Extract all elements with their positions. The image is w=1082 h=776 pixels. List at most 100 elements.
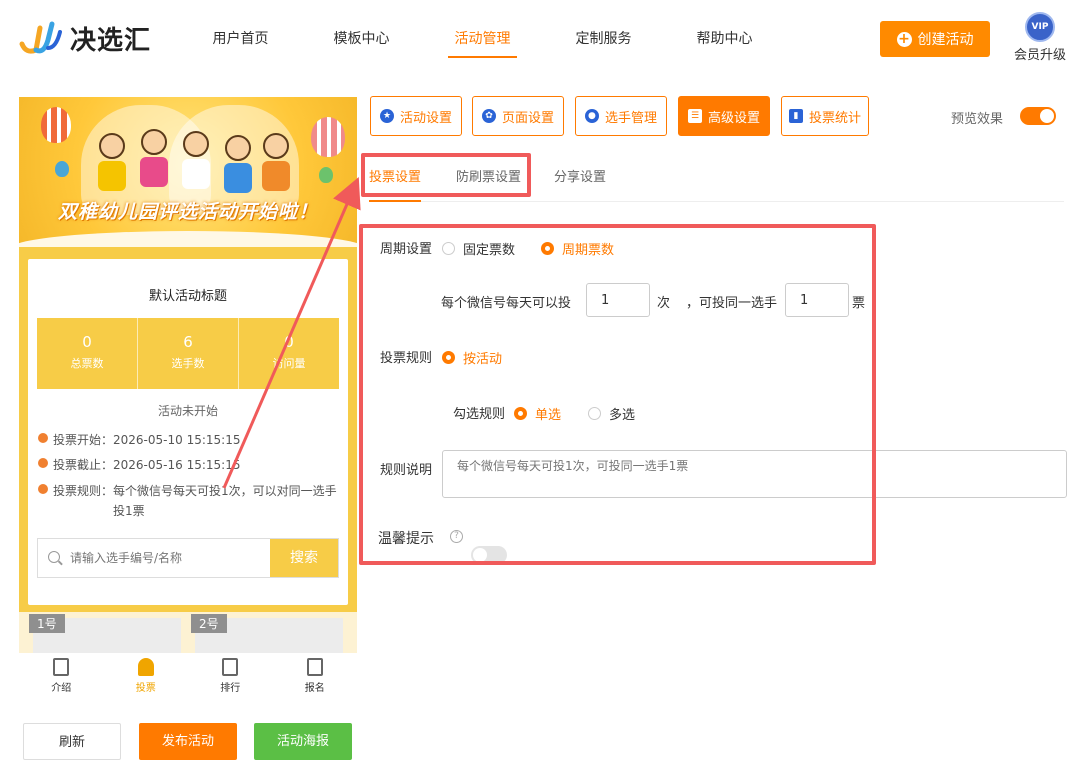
toolbar-label: 选手管理 <box>604 110 657 126</box>
settings-icon: ☰ <box>687 109 702 123</box>
info-key: 投票开始： <box>53 433 114 447</box>
stat-total-votes: 0 总票数 <box>37 318 138 389</box>
info-key: 投票规则： <box>53 484 114 498</box>
nav-item-activities[interactable]: 活动管理 <box>422 0 543 78</box>
publish-button[interactable]: 发布活动 <box>139 723 237 760</box>
toolbar-label: 高级设置 <box>707 110 760 126</box>
stat-value: 6 <box>183 333 193 351</box>
alert-icon <box>38 433 48 443</box>
player-number: 1号 <box>29 614 65 633</box>
nav-item-custom[interactable]: 定制服务 <box>543 0 664 78</box>
stat-visits: 0 访问量 <box>239 318 339 389</box>
preview-toggle[interactable] <box>1020 107 1056 125</box>
tab-vote[interactable]: 投票 <box>104 653 189 699</box>
plus-icon: + <box>896 30 912 47</box>
create-activity-label: 创建活动 <box>917 32 974 48</box>
star-icon: ★ <box>379 109 394 123</box>
tab-label: 介绍 <box>51 683 72 694</box>
user-icon <box>137 658 154 676</box>
brand-name: 决选汇 <box>70 25 152 56</box>
main-nav: 用户首页 模板中心 活动管理 定制服务 帮助中心 <box>180 0 785 78</box>
create-activity-button[interactable]: + 创建活动 <box>880 21 990 57</box>
balloon-icon <box>55 161 69 177</box>
tab-ranking[interactable]: 排行 <box>188 653 273 699</box>
preview-label: 预览效果 <box>951 112 1004 127</box>
mobile-preview: 双稚幼儿园评选活动开始啦！ 默认活动标题 0 总票数 6 选手数 0 访问量 活… <box>19 97 357 653</box>
stat-label: 总票数 <box>70 357 104 370</box>
tab-activity-settings[interactable]: ★ 活动设置 <box>370 96 462 136</box>
child-figure <box>137 129 171 189</box>
stat-value: 0 <box>284 333 294 351</box>
player-search: 搜索 <box>37 538 339 578</box>
info-value: 2026-05-16 15:15:15 <box>113 458 241 472</box>
info-value: 每个微信号每天可投1次，可以对同一选手投1票 <box>113 484 337 518</box>
toolbar-label: 活动设置 <box>399 110 452 126</box>
banner-title: 双稚幼儿园评选活动开始啦！ <box>57 201 318 223</box>
info-key: 投票截止： <box>53 458 114 472</box>
annotation-box-subtabs <box>361 153 531 197</box>
vip-upgrade-label: 会员升级 <box>1013 48 1066 63</box>
users-icon: ● <box>584 109 599 123</box>
vip-badge-icon: VIP <box>1025 12 1055 42</box>
subtab-share-settings[interactable]: 分享设置 <box>554 166 606 185</box>
bar-chart-icon: ▮ <box>788 109 803 123</box>
child-figure <box>259 133 293 193</box>
info-vote-end: 投票截止： 2026-05-16 15:15:15 <box>38 455 240 475</box>
info-value: 2026-05-10 15:15:15 <box>113 433 241 447</box>
nav-item-templates[interactable]: 模板中心 <box>301 0 422 78</box>
vip-upgrade[interactable]: VIP 会员升级 <box>1012 12 1068 63</box>
balloon-icon <box>311 117 345 157</box>
player-card[interactable]: 2号 <box>191 614 343 653</box>
tab-intro[interactable]: 介绍 <box>19 653 104 699</box>
player-list: 1号 2号 <box>19 612 357 653</box>
stat-value: 0 <box>82 333 92 351</box>
child-figure <box>95 133 129 193</box>
stats-panel: 0 总票数 6 选手数 0 访问量 <box>37 318 339 389</box>
player-card[interactable]: 1号 <box>29 614 181 653</box>
annotation-box-form <box>359 224 876 565</box>
activity-status: 活动未开始 <box>157 404 218 418</box>
search-input[interactable] <box>70 539 270 577</box>
stat-label: 访问量 <box>272 357 306 370</box>
cloud-shape <box>19 231 357 247</box>
player-number: 2号 <box>191 614 227 633</box>
mobile-tabbar: 介绍 投票 排行 报名 <box>19 653 357 699</box>
banner-image: 双稚幼儿园评选活动开始啦！ <box>19 97 357 247</box>
refresh-button[interactable]: 刷新 <box>23 723 121 760</box>
tab-advanced-settings[interactable]: ☰ 高级设置 <box>678 96 770 136</box>
toolbar-label: 投票统计 <box>808 110 861 126</box>
info-vote-rule: 投票规则： 每个微信号每天可投1次，可以对同一选手投1票 <box>38 481 338 521</box>
nav-item-home[interactable]: 用户首页 <box>180 0 301 78</box>
search-button[interactable]: 搜索 <box>270 539 338 577</box>
ranking-icon <box>222 658 239 676</box>
stat-label: 选手数 <box>171 357 205 370</box>
alert-icon <box>38 484 48 494</box>
balloon-icon <box>319 167 333 183</box>
tab-label: 报名 <box>304 683 325 694</box>
tab-label: 排行 <box>220 683 241 694</box>
tab-vote-statistics[interactable]: ▮ 投票统计 <box>781 96 869 136</box>
tab-player-management[interactable]: ● 选手管理 <box>575 96 667 136</box>
tab-label: 投票 <box>135 683 156 694</box>
activity-title: 默认活动标题 <box>148 289 227 304</box>
document-icon <box>53 658 70 676</box>
tab-page-settings[interactable]: ✿ 页面设置 <box>472 96 564 136</box>
child-figure <box>221 135 255 195</box>
tab-signup[interactable]: 报名 <box>273 653 358 699</box>
alert-icon <box>38 458 48 468</box>
nav-item-help[interactable]: 帮助中心 <box>664 0 785 78</box>
brand-logo[interactable]: 决选汇 <box>18 18 151 58</box>
search-icon <box>38 539 70 577</box>
signup-icon <box>306 658 323 676</box>
info-vote-start: 投票开始： 2026-05-10 15:15:15 <box>38 430 240 450</box>
child-figure <box>179 131 213 191</box>
balloon-icon <box>41 107 71 143</box>
activity-card: 默认活动标题 0 总票数 6 选手数 0 访问量 活动未开始 投票开始： 202… <box>28 259 348 605</box>
poster-button[interactable]: 活动海报 <box>254 723 352 760</box>
toolbar-label: 页面设置 <box>501 110 554 126</box>
gear-icon: ✿ <box>481 109 496 123</box>
subtab-divider <box>369 201 1064 202</box>
stat-players: 6 选手数 <box>138 318 239 389</box>
subtab-active-indicator <box>369 200 421 202</box>
brand-mark-icon <box>18 18 64 58</box>
